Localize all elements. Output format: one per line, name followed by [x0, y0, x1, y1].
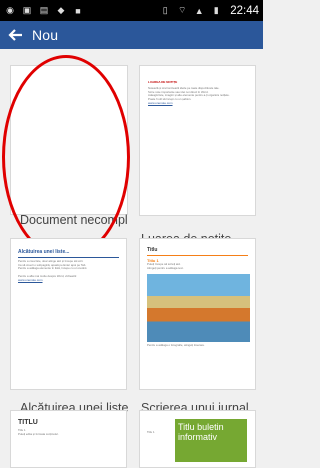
wifi-icon: ⌔ — [177, 5, 187, 15]
battery-icon: ▮ — [213, 5, 219, 15]
note-taking-link: www.onenote.com — [148, 101, 173, 106]
newsletter-side-line: Titlu 1 — [147, 430, 155, 434]
page-title: Nou — [32, 27, 59, 43]
journal-title-rule — [147, 255, 248, 256]
list-title-rule — [18, 257, 119, 258]
notification-icons: ◉ ▣ ▤ ◆ ■ — [4, 5, 84, 17]
back-button[interactable] — [0, 21, 32, 49]
whatsapp-icon: ◉ — [6, 5, 14, 15]
image-icon: ▤ — [39, 5, 49, 15]
arrow-left-icon — [8, 29, 22, 41]
app-bar: Nou — [0, 21, 263, 49]
title-template-title: TITLU — [18, 419, 38, 426]
template-label-blank: Document necompl — [20, 213, 128, 227]
note-taking-thumbnail[interactable]: LUAREA DE NOTIȚE Notează și sincronizeaz… — [139, 65, 256, 216]
newsletter-thumbnail[interactable]: Titlu 1 Titlu buletin informativ — [139, 410, 256, 468]
list-link: www.onenote.com — [18, 278, 43, 283]
media-icon: ▣ — [22, 5, 32, 15]
journal-thumbnail[interactable]: Titlu Titlu 1 Puteți începe să scrieți a… — [139, 238, 256, 390]
journal-line-2: Atingeți pentru a adăuga text. — [147, 265, 184, 270]
list-thumbnail[interactable]: Alcătuirea unei liste... Pentru a crea l… — [10, 238, 127, 390]
journal-photo — [147, 274, 250, 343]
status-bar: ◉ ▣ ▤ ◆ ■ ▯ ⌔ ▲ ▮ 22:44 — [0, 0, 263, 21]
note-taking-title: LUAREA DE NOTIȚE — [148, 80, 178, 84]
newsletter-title-block: Titlu buletin informativ — [175, 419, 247, 462]
journal-line-3: Pentru a adăuga o fotografie, atingeți I… — [147, 343, 205, 348]
title-template-line-2: Puteți edita și formata conținutul. — [18, 431, 59, 436]
signal-icon: ▲ — [194, 5, 204, 16]
template-grid: Document necompl LUAREA DE NOTIȚE Noteaz… — [0, 49, 263, 468]
system-icons: ▯ ⌔ ▲ ▮ 22:44 — [159, 5, 259, 17]
list-line-3: Pentru a adăuga elemente în listă, încep… — [18, 266, 88, 271]
title-thumbnail[interactable]: TITLU Titlu 1 Puteți edita și formata co… — [10, 410, 127, 468]
journal-title: Titlu — [147, 247, 158, 253]
list-title: Alcătuirea unei liste... — [18, 249, 70, 255]
vibrate-icon: ▯ — [162, 5, 168, 15]
office-icon: ■ — [75, 5, 81, 16]
status-time: 22:44 — [230, 4, 259, 17]
blank-document-thumbnail[interactable] — [10, 65, 128, 215]
android-icon: ◆ — [57, 5, 65, 15]
newsletter-side-column: Titlu 1 — [147, 430, 171, 462]
